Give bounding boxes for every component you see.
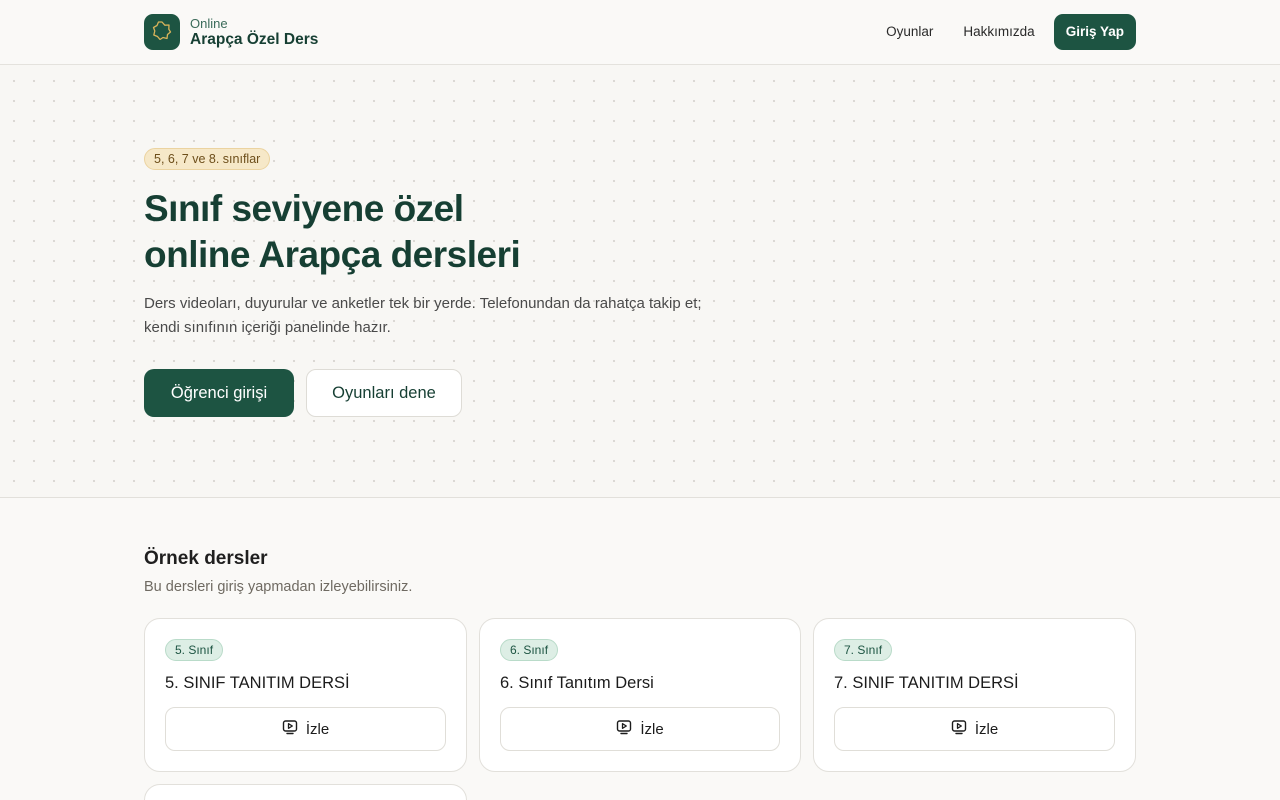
hero-title-line-1: Sınıf seviyene özel <box>144 188 464 229</box>
hero-title-line-2: online Arapça dersleri <box>144 234 521 275</box>
lesson-card: 7. Sınıf 7. SINIF TANITIM DERSİ İzle <box>813 618 1136 772</box>
hero-title: Sınıf seviyene özel online Arapça dersle… <box>144 186 744 278</box>
watch-button[interactable]: İzle <box>500 707 780 751</box>
watch-button[interactable]: İzle <box>165 707 446 751</box>
sample-lessons-title: Örnek dersler <box>144 548 268 569</box>
top-header: Online Arapça Özel Ders Oyunlar Hakkımız… <box>0 0 1280 65</box>
main-nav: Oyunlar Hakkımızda Giriş Yap <box>871 14 1136 50</box>
lesson-card: 6. Sınıf 6. Sınıf Tanıtım Dersi İzle <box>479 618 801 772</box>
login-button[interactable]: Giriş Yap <box>1053 14 1136 50</box>
lesson-card-partial <box>144 784 467 800</box>
lesson-card: 5. Sınıf 5. SINIF TANITIM DERSİ İzle <box>144 618 467 772</box>
brand-subtitle: Online <box>190 15 228 31</box>
brand[interactable]: Online Arapça Özel Ders <box>144 14 318 50</box>
brand-title: Arapça Özel Ders <box>190 30 319 48</box>
grade-badge: 7. Sınıf <box>834 639 893 661</box>
octagon-star-icon <box>152 20 172 45</box>
nav-link-games[interactable]: Oyunlar <box>871 14 948 50</box>
watch-button[interactable]: İzle <box>834 707 1115 751</box>
grade-badge: 5. Sınıf <box>165 639 224 661</box>
hero-description-line-1: Ders videoları, duyurular ve anketler te… <box>144 295 702 312</box>
brand-logo <box>144 14 180 50</box>
nav-link-about[interactable]: Hakkımızda <box>948 14 1049 50</box>
hero-description-line-2: kendi sınıfının içeriği panelinde hazır. <box>144 319 391 336</box>
video-play-icon <box>951 719 967 740</box>
hero-description: Ders videoları, duyurular ve anketler te… <box>144 292 744 340</box>
video-play-icon <box>616 719 632 740</box>
try-games-button[interactable]: Oyunları dene <box>306 369 462 417</box>
video-play-icon <box>282 719 298 740</box>
watch-button-label: İzle <box>640 720 664 738</box>
lesson-title: 6. Sınıf Tanıtım Dersi <box>500 674 654 692</box>
lesson-title: 5. SINIF TANITIM DERSİ <box>165 674 350 692</box>
lesson-title: 7. SINIF TANITIM DERSİ <box>834 674 1019 692</box>
watch-button-label: İzle <box>974 720 999 738</box>
brand-text: Online Arapça Özel Ders <box>190 17 318 48</box>
grade-badge: 6. Sınıf <box>500 639 559 661</box>
hero-section: 5, 6, 7 ve 8. sınıflar Sınıf seviyene öz… <box>0 65 1280 498</box>
student-login-button[interactable]: Öğrenci girişi <box>144 369 294 417</box>
sample-lessons-subtitle: Bu dersleri giriş yapmadan izleyebilirsi… <box>144 579 413 595</box>
grade-range-badge: 5, 6, 7 ve 8. sınıflar <box>144 148 271 170</box>
watch-button-label: İzle <box>305 720 330 738</box>
